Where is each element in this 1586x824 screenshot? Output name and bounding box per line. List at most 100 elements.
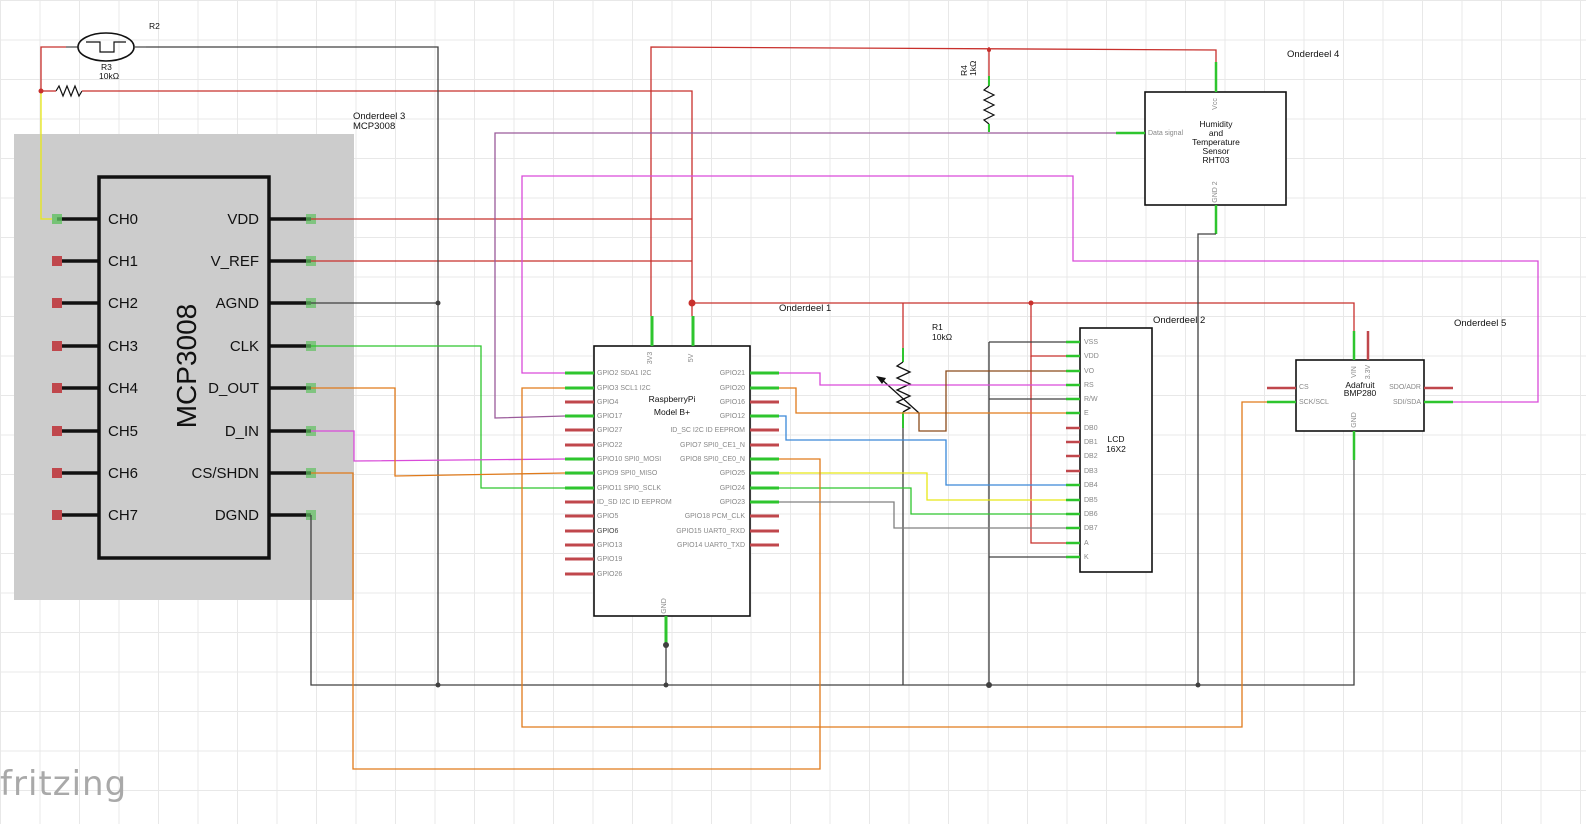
- rpi-pin-gpio18: GPIO18 PCM_CLK: [685, 513, 746, 520]
- bmp280-title-line2: BMP280: [1344, 388, 1377, 398]
- mcp3008-pin-ch5: CH5: [108, 423, 138, 440]
- rpi-pin-gpio5: GPIO5: [597, 513, 619, 520]
- rpi-pin-gpio21: GPIO21: [720, 370, 745, 377]
- rpi-pin-gpio15: GPIO15 UART0_RXD: [676, 528, 745, 535]
- rpi-pin-gpio10: GPIO10 SPI0_MOSI: [597, 456, 661, 463]
- rpi-pin-gpio12: GPIO12: [720, 413, 745, 420]
- lcd-pin-a: A: [1084, 540, 1089, 547]
- lcd-title-line1: LCD: [1107, 434, 1124, 444]
- mcp3008-pin-dgnd: DGND: [215, 507, 259, 524]
- rpi-title-line1: RaspberryPi: [649, 394, 696, 404]
- mcp3008-pin-ch7: CH7: [108, 507, 138, 524]
- rpi-pin-id-sc: ID_SC I2C ID EEPROM: [670, 427, 745, 434]
- rht03-pin-vcc: Vcc: [1212, 98, 1219, 110]
- r3-value: 10kΩ: [99, 71, 119, 81]
- bmp280-pin-sdi: SDI/SDA: [1393, 399, 1421, 406]
- bmp280-pin-cs: CS: [1299, 384, 1309, 391]
- r2-photoresistor[interactable]: [66, 32, 146, 62]
- schematic-drawing: MCP3008 CH0 CH1 CH2 CH3 CH4 CH5 CH6 CH7: [14, 21, 1539, 770]
- mcp3008-pin-ch0-connector[interactable]: [52, 214, 62, 224]
- lcd-pin-rw: R/W: [1084, 396, 1098, 403]
- mcp3008-pin-dout: D_OUT: [208, 380, 259, 397]
- rpi-pin-gpio14: GPIO14 UART0_TXD: [677, 542, 745, 549]
- rpi-pin-gpio6: GPIO6: [597, 528, 619, 535]
- lcd-pin-k: K: [1084, 554, 1089, 561]
- bmp280-pin-vin: VIN: [1351, 366, 1358, 378]
- rpi-pin-gpio4: GPIO4: [597, 399, 619, 406]
- mcp3008-pin-ch1-connector[interactable]: [52, 256, 62, 266]
- rpi-pin-gpio3: GPIO3 SCL1 I2C: [597, 385, 651, 392]
- mcp3008-pin-cs-shdn: CS/SHDN: [191, 465, 259, 482]
- rpi-pin-gpio22: GPIO22: [597, 442, 622, 449]
- lcd-pin-db3: DB3: [1084, 468, 1098, 475]
- fritzing-watermark: fritzing: [0, 764, 128, 804]
- rht03-pin-gnd: GND 2: [1212, 181, 1219, 203]
- rpi-pin-gpio16: GPIO16: [720, 399, 745, 406]
- mcp3008-pin-ch0: CH0: [108, 211, 138, 228]
- mcp3008-pin-ch3: CH3: [108, 338, 138, 355]
- lcd-pin-db7: DB7: [1084, 525, 1098, 532]
- rpi-pin-gpio11: GPIO11 SPI0_SCLK: [597, 485, 661, 492]
- r1-value: 10kΩ: [932, 332, 952, 342]
- bmp280-pin-gnd: GND: [1351, 412, 1358, 428]
- mcp3008-pin-ch2-connector[interactable]: [52, 298, 62, 308]
- rpi-pin-gpio13: GPIO13: [597, 542, 622, 549]
- r3-resistor[interactable]: [55, 84, 83, 98]
- rpi-pin-gpio2: GPIO2 SDA1 I2C: [597, 370, 651, 377]
- lcd-pin-vo: VO: [1084, 368, 1095, 375]
- mcp3008-pin-ch4: CH4: [108, 380, 138, 397]
- lcd-pin-db1: DB1: [1084, 439, 1098, 446]
- mcp3008-pin-agnd: AGND: [216, 295, 260, 312]
- lcd-pin-vss: VSS: [1084, 339, 1098, 346]
- lcd-title-line2: 16X2: [1106, 444, 1126, 454]
- onderdeel5-label: Onderdeel 5: [1454, 318, 1506, 329]
- rpi-pin-gpio23: GPIO23: [720, 499, 745, 506]
- lcd-pin-e: E: [1084, 410, 1089, 417]
- wires-brown: [918, 370, 1066, 432]
- rpi-pin-id-sd: ID_SD I2C ID EEPROM: [597, 499, 672, 506]
- rpi-pin-3v3: 3V3: [647, 352, 654, 365]
- r1-label: R1: [932, 322, 943, 332]
- rpi-left-pin-stubs: [565, 371, 594, 576]
- mcp3008-pin-clk: CLK: [230, 338, 259, 355]
- mcp3008-pin-ch6-connector[interactable]: [52, 468, 62, 478]
- r1-potentiometer[interactable]: [876, 348, 920, 428]
- wires-blue: [779, 415, 1066, 486]
- r2-label: R2: [149, 21, 160, 31]
- rpi-pin-gpio26: GPIO26: [597, 571, 622, 578]
- rpi-pin-5v: 5V: [688, 353, 695, 362]
- rpi-pin-gpio9: GPIO9 SPI0_MISO: [597, 470, 658, 477]
- rpi-pin-gnd: GND: [661, 598, 668, 614]
- lcd-pin-db5: DB5: [1084, 497, 1098, 504]
- mcp3008-title: MCP3008: [171, 304, 202, 429]
- lcd-pin-db0: DB0: [1084, 425, 1098, 432]
- onderdeel4-label: Onderdeel 4: [1287, 49, 1339, 60]
- rht03-pin-data: Data signal: [1148, 130, 1183, 137]
- mcp3008-pin-ch7-connector[interactable]: [52, 510, 62, 520]
- bmp280-pin-sdo: SDO/ADR: [1389, 384, 1421, 391]
- rpi-pin-gpio17: GPIO17: [597, 413, 622, 420]
- rht03-line5: RHT03: [1203, 155, 1230, 165]
- rpi-pin-gpio19: GPIO19: [597, 556, 622, 563]
- mcp3008-pin-ch3-connector[interactable]: [52, 341, 62, 351]
- onderdeel1-label: Onderdeel 1: [779, 303, 831, 314]
- mcp3008-pin-ch6: CH6: [108, 465, 138, 482]
- rpi-pin-gpio7: GPIO7 SPI0_CE1_N: [680, 442, 745, 449]
- rpi-pin-gpio20: GPIO20: [720, 385, 745, 392]
- schematic-canvas[interactable]: MCP3008 CH0 CH1 CH2 CH3 CH4 CH5 CH6 CH7: [0, 0, 1586, 824]
- rpi-pin-gpio24: GPIO24: [720, 485, 745, 492]
- lcd-pin-db4: DB4: [1084, 482, 1098, 489]
- rpi-pin-gpio27: GPIO27: [597, 427, 622, 434]
- rpi-pin-gpio8: GPIO8 SPI0_CE0_N: [680, 456, 745, 463]
- lcd-pin-db2: DB2: [1084, 453, 1098, 460]
- wires-gray: [779, 501, 1066, 529]
- mcp3008-pin-ch5-connector[interactable]: [52, 426, 62, 436]
- bmp280-pin-3v3: 3.3V: [1365, 364, 1372, 379]
- lcd-pin-db6: DB6: [1084, 511, 1098, 518]
- mcp3008-pin-vref: V_REF: [211, 253, 259, 270]
- mcp3008-pin-ch4-connector[interactable]: [52, 383, 62, 393]
- lcd-pin-vdd: VDD: [1084, 353, 1099, 360]
- r4-value: 1kΩ: [968, 61, 978, 76]
- mcp3008-pin-ch1: CH1: [108, 253, 138, 270]
- r4-resistor[interactable]: [982, 76, 996, 132]
